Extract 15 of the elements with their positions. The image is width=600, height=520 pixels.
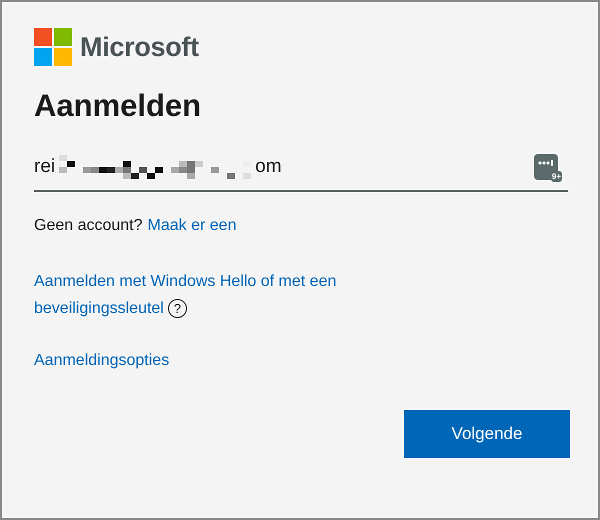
windows-hello-link[interactable]: Aanmelden met Windows Hello of met een	[34, 268, 336, 295]
email-field[interactable]: rei om 9+	[34, 148, 568, 192]
page-heading: Aanmelden	[34, 88, 202, 124]
next-button[interactable]: Volgende	[404, 410, 570, 458]
create-account-link[interactable]: Maak er een	[148, 217, 236, 235]
brand-name: Microsoft	[80, 32, 199, 62]
email-value-start: rei	[34, 156, 56, 178]
help-icon[interactable]: ?	[168, 299, 187, 318]
windows-logo-icon	[34, 28, 72, 66]
sign-in-options-link[interactable]: Aanmeldingsopties	[34, 352, 170, 369]
email-value-end: om	[255, 156, 282, 178]
password-dots-icon	[538, 160, 554, 166]
no-account-text: Geen account?	[34, 217, 143, 235]
windows-hello-link[interactable]: beveiligingssleutel	[34, 295, 164, 322]
icon-badge: 9+	[550, 171, 562, 182]
